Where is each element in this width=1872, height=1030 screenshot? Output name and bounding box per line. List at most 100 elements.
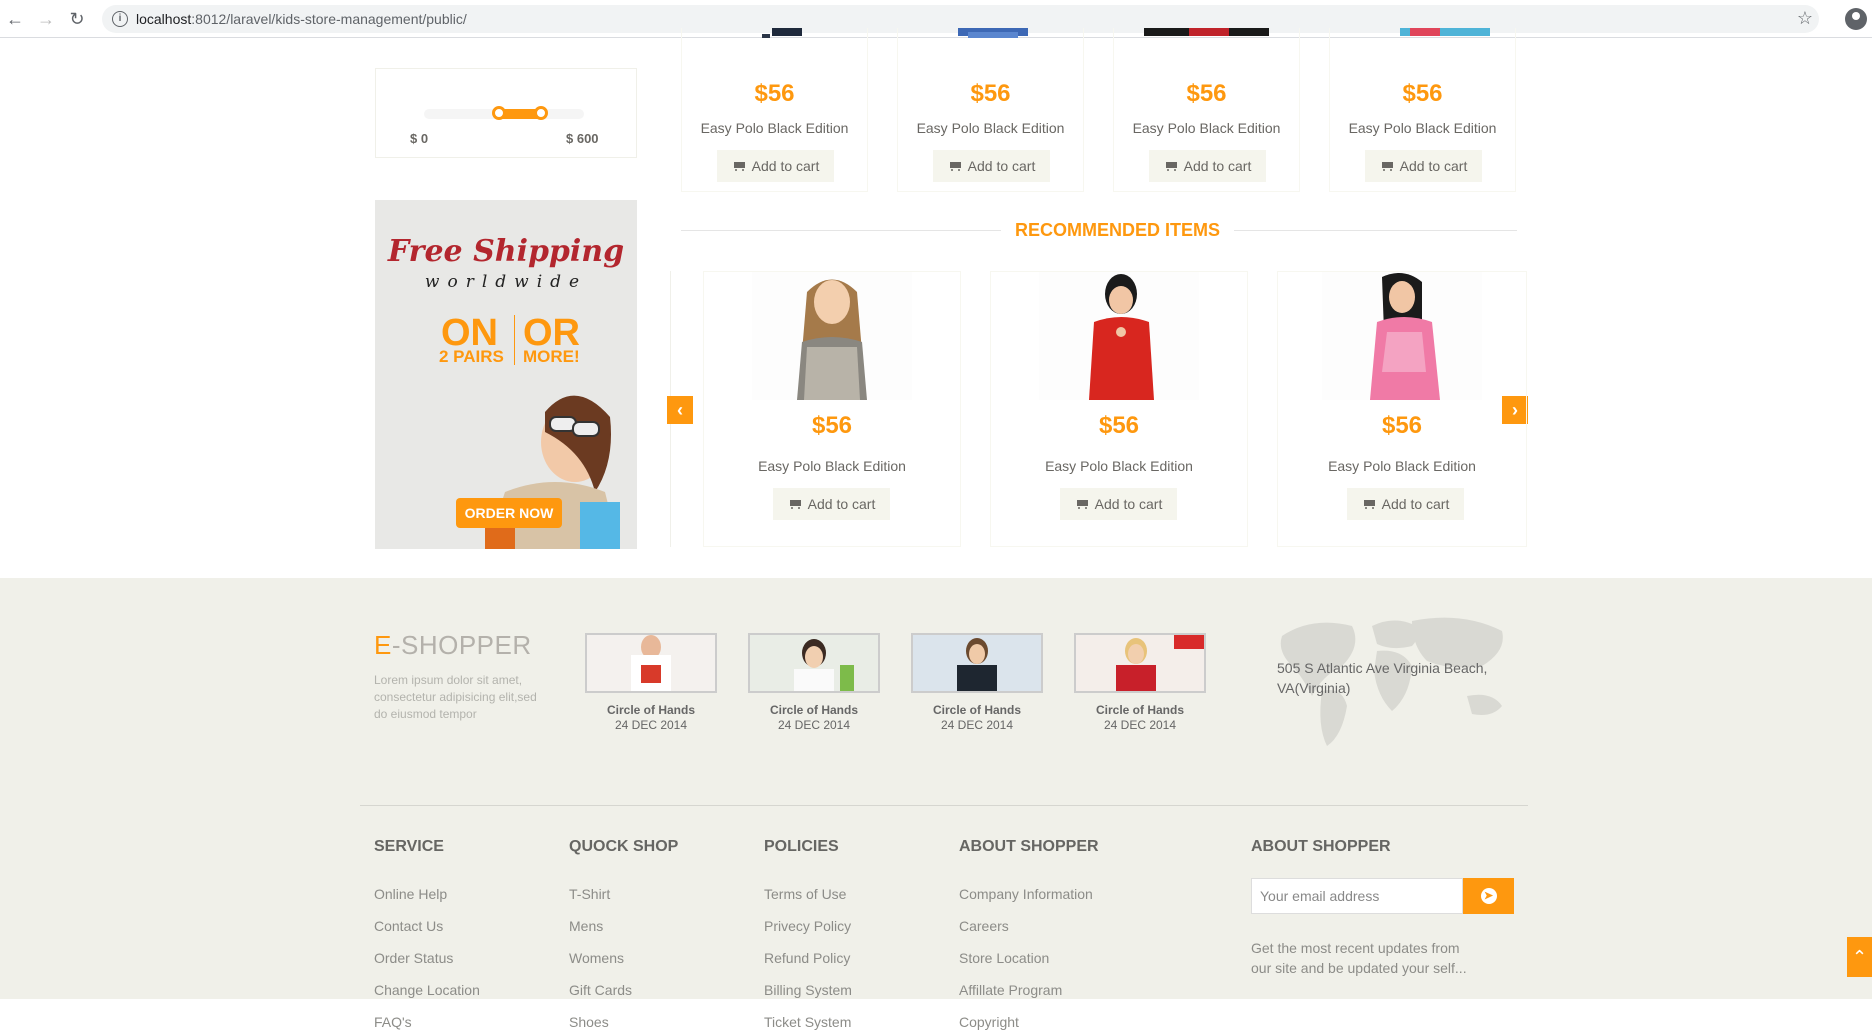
footer-link[interactable]: Change Location (374, 982, 480, 998)
shopping-cart-icon (732, 160, 746, 172)
url-text: localhost:8012/laravel/kids-store-manage… (136, 11, 467, 27)
footer-link[interactable]: Careers (959, 918, 1009, 934)
product-name: Easy Polo Black Edition (1348, 120, 1497, 136)
page-content: $ 0 $ 600 $56 Easy Polo Black Edition Ad… (0, 28, 1872, 1030)
add-to-cart-button[interactable]: Add to cart (1060, 488, 1177, 520)
bookmark-star-icon[interactable]: ☆ (1797, 8, 1813, 29)
add-to-cart-button[interactable]: Add to cart (1365, 150, 1482, 182)
product-price: $56 (1381, 412, 1423, 439)
footer-link[interactable]: Gift Cards (569, 982, 632, 998)
footer-link[interactable]: Womens (569, 950, 624, 966)
product-name: Easy Polo Black Edition (700, 120, 849, 136)
product-price: $56 (1402, 80, 1443, 107)
footer-col-title: QUOCK SHOP (569, 838, 679, 855)
free-shipping-banner[interactable]: Free Shipping worldwide ON OR 2 PAIRS MO… (375, 200, 637, 549)
banner-subheadline: worldwide (424, 272, 588, 292)
video-caption: Circle of Hands 24 DEC 2014 (769, 703, 859, 732)
product-image[interactable] (918, 28, 1063, 46)
product-price: $56 (754, 80, 795, 107)
footer-link[interactable]: Ticket System (764, 1014, 851, 1030)
recommended-card: $56 Easy Polo Black Edition Add to cart (703, 271, 961, 547)
video-caption: Circle of Hands 24 DEC 2014 (932, 703, 1022, 732)
shopping-cart-icon (1075, 498, 1089, 510)
product-image[interactable] (1322, 272, 1482, 400)
footer-divider (360, 805, 1528, 806)
footer-link[interactable]: Mens (569, 918, 603, 934)
forward-arrow-icon[interactable]: → (35, 8, 57, 30)
product-image[interactable] (1350, 28, 1495, 46)
shopping-cart-icon (1362, 498, 1376, 510)
price-min-label: $ 0 (410, 131, 429, 146)
footer-link[interactable]: Copyright (959, 1014, 1019, 1030)
product-name: Easy Polo Black Edition (758, 458, 906, 474)
arrow-circle-right-icon: ➤ (1480, 888, 1497, 904)
recommended-section-heading: RECOMMENDED ITEMS (681, 220, 1517, 260)
footer-link[interactable]: Shoes (569, 1014, 609, 1030)
product-name: Easy Polo Black Edition (1328, 458, 1476, 474)
product-image[interactable] (702, 28, 847, 46)
back-arrow-icon[interactable]: ← (4, 8, 26, 30)
banner-pairs-text: 2 PAIRS (439, 347, 504, 366)
email-field[interactable] (1251, 878, 1463, 914)
footer-logo[interactable]: E-SHOPPER (374, 630, 532, 661)
product-name: Easy Polo Black Edition (1132, 120, 1281, 136)
product-name: Easy Polo Black Edition (1045, 458, 1193, 474)
footer: E-SHOPPER Lorem ipsum dolor sit amet, co… (0, 578, 1872, 1030)
footer-description: Lorem ipsum dolor sit amet, consectetur … (374, 673, 537, 721)
footer-link[interactable]: Order Status (374, 950, 453, 966)
footer-link[interactable]: FAQ's (374, 1014, 412, 1030)
price-slider-min-handle[interactable] (492, 106, 506, 120)
add-to-cart-button[interactable]: Add to cart (933, 150, 1050, 182)
product-card: $56 Easy Polo Black Edition Add to cart (1329, 28, 1516, 192)
subscribe-note: Get the most recent updates from our sit… (1251, 940, 1467, 976)
scroll-up-icon[interactable]: ⌃ (1847, 937, 1872, 977)
video-thumbnail[interactable] (1074, 633, 1206, 693)
add-to-cart-button[interactable]: Add to cart (1347, 488, 1464, 520)
footer-link[interactable]: Contact Us (374, 918, 443, 934)
price-slider-max-handle[interactable] (534, 106, 548, 120)
video-thumbnail[interactable] (585, 633, 717, 693)
shopping-cart-icon (1164, 160, 1178, 172)
shopping-cart-icon (788, 498, 802, 510)
product-image[interactable] (752, 272, 912, 400)
footer-link[interactable]: Online Help (374, 886, 447, 902)
footer-link[interactable]: T-Shirt (569, 886, 610, 902)
footer-link[interactable]: Company Information (959, 886, 1093, 902)
footer-col-title: POLICIES (764, 838, 839, 855)
profile-avatar-icon[interactable] (1845, 8, 1867, 30)
product-card: $56 Easy Polo Black Edition Add to cart (1113, 28, 1300, 192)
price-max-label: $ 600 (566, 131, 599, 146)
product-image[interactable] (1134, 28, 1279, 46)
footer-link[interactable]: Store Location (959, 950, 1049, 966)
footer-link[interactable]: Affillate Program (959, 982, 1062, 998)
banner-more-text: MORE! (523, 347, 580, 366)
banner-headline: Free Shipping (387, 234, 625, 269)
video-thumbnail[interactable] (911, 633, 1043, 693)
reload-icon[interactable]: ↻ (66, 8, 88, 30)
product-card: $56 Easy Polo Black Edition Add to cart (897, 28, 1084, 192)
order-now-button[interactable]: ORDER NOW (456, 498, 562, 528)
video-thumbnail[interactable] (748, 633, 880, 693)
footer-col-title: SERVICE (374, 838, 444, 855)
product-image[interactable] (1039, 272, 1199, 400)
price-range-filter: $ 0 $ 600 (375, 68, 637, 158)
product-card: $56 Easy Polo Black Edition Add to cart (681, 28, 868, 192)
product-name: Easy Polo Black Edition (916, 120, 1065, 136)
subscribe-button[interactable]: ➤ (1463, 878, 1514, 914)
footer-link[interactable]: Refund Policy (764, 950, 850, 966)
subscribe-title: ABOUT SHOPPER (1251, 838, 1391, 855)
add-to-cart-button[interactable]: Add to cart (1149, 150, 1266, 182)
add-to-cart-button[interactable]: Add to cart (717, 150, 834, 182)
add-to-cart-button[interactable]: Add to cart (773, 488, 890, 520)
footer-link[interactable]: Privecy Policy (764, 918, 851, 934)
footer-link[interactable]: Billing System (764, 982, 852, 998)
product-price: $56 (811, 412, 853, 439)
site-info-icon[interactable]: i (112, 11, 128, 27)
recommended-title: RECOMMENDED ITEMS (1001, 220, 1235, 241)
product-price: $56 (1186, 80, 1227, 107)
chevron-left-icon[interactable]: ‹ (667, 396, 693, 424)
shopping-cart-icon (948, 160, 962, 172)
shopping-cart-icon (1380, 160, 1394, 172)
product-price: $56 (970, 80, 1011, 107)
footer-link[interactable]: Terms of Use (764, 886, 846, 902)
